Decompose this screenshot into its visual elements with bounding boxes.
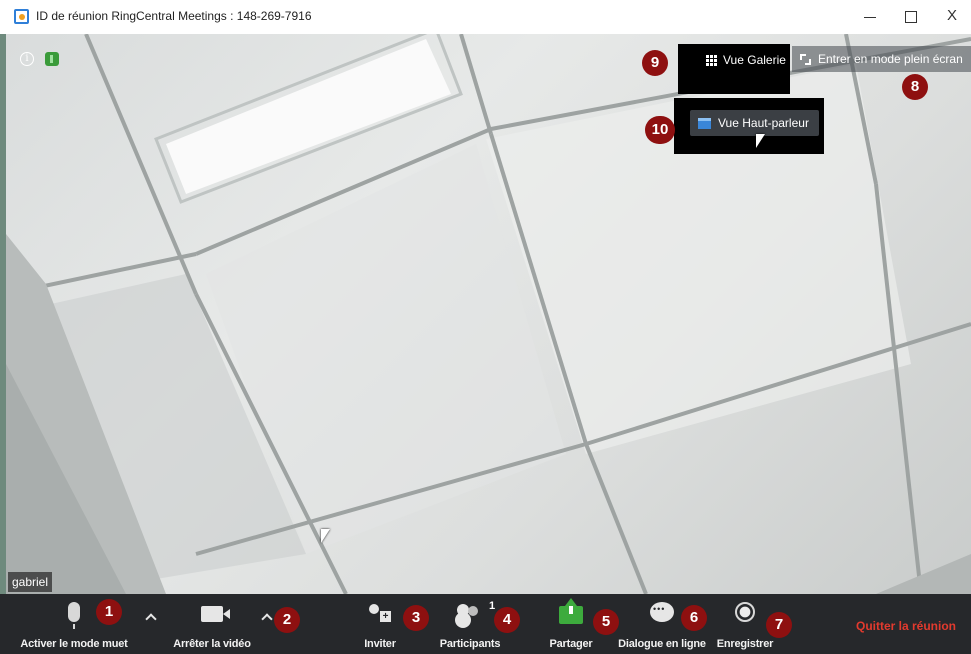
- callout-badge: 2: [274, 607, 300, 633]
- callout-badge: 4: [494, 607, 520, 633]
- callout-badge: 10: [645, 116, 675, 144]
- window-title: ID de réunion RingCentral Meetings : 148…: [36, 9, 312, 23]
- fullscreen-icon: [800, 53, 811, 65]
- participants-icon: [457, 604, 483, 624]
- invite-label: Inviter: [364, 638, 396, 650]
- close-button[interactable]: X: [932, 4, 971, 28]
- maximize-button[interactable]: [890, 4, 930, 28]
- gallery-view-button[interactable]: Vue Galerie: [700, 48, 794, 72]
- participants-label: Participants: [439, 638, 501, 650]
- callout-badge: 3: [403, 605, 429, 631]
- callout-badge: 5: [593, 609, 619, 635]
- participant-name-tag: gabriel: [8, 572, 53, 592]
- minimize-button[interactable]: [850, 4, 890, 28]
- record-label: Enregistrer: [716, 638, 774, 650]
- mute-label: Activer le mode muet: [20, 638, 128, 650]
- callout-badge: 7: [766, 612, 792, 638]
- signal-icon[interactable]: [45, 52, 59, 66]
- ceiling-video-image: [6, 34, 971, 594]
- grid-icon: [706, 54, 717, 66]
- microphone-icon: [68, 602, 80, 629]
- speaker-view-label: Vue Haut-parleur: [718, 116, 809, 130]
- meeting-toolbar: Activer le mode muet Arrêter la vidéo In…: [0, 594, 971, 654]
- fullscreen-button[interactable]: Entrer en mode plein écran: [792, 46, 971, 72]
- record-icon: [735, 602, 755, 622]
- title-bar: ID de réunion RingCentral Meetings : 148…: [0, 0, 971, 34]
- stop-video-button[interactable]: Arrêter la vidéo: [160, 594, 264, 654]
- stop-video-label: Arrêter la vidéo: [173, 638, 251, 650]
- speaker-view-button[interactable]: Vue Haut-parleur: [690, 110, 819, 136]
- fullscreen-label: Entrer en mode plein écran: [818, 52, 963, 66]
- invite-button[interactable]: Inviter: [350, 594, 410, 654]
- gallery-view-label: Vue Galerie: [723, 53, 786, 67]
- leave-meeting-button[interactable]: Quitter la réunion: [856, 619, 956, 633]
- participants-count: 1: [489, 600, 496, 612]
- callout-badge: 9: [642, 50, 668, 76]
- speaker-view-icon: [698, 117, 711, 129]
- invite-icon: [369, 604, 391, 624]
- chat-label: Dialogue en ligne: [618, 638, 706, 650]
- chat-icon: [650, 602, 674, 622]
- info-icon[interactable]: i: [20, 52, 34, 66]
- share-label: Partager: [549, 638, 593, 650]
- callout-badge: 8: [902, 74, 928, 100]
- share-icon: [559, 598, 583, 624]
- camera-icon: [201, 606, 230, 622]
- video-feed[interactable]: [6, 34, 971, 594]
- callout-badge: 6: [681, 605, 707, 631]
- app-icon: [14, 9, 29, 24]
- callout-badge: 1: [96, 599, 122, 625]
